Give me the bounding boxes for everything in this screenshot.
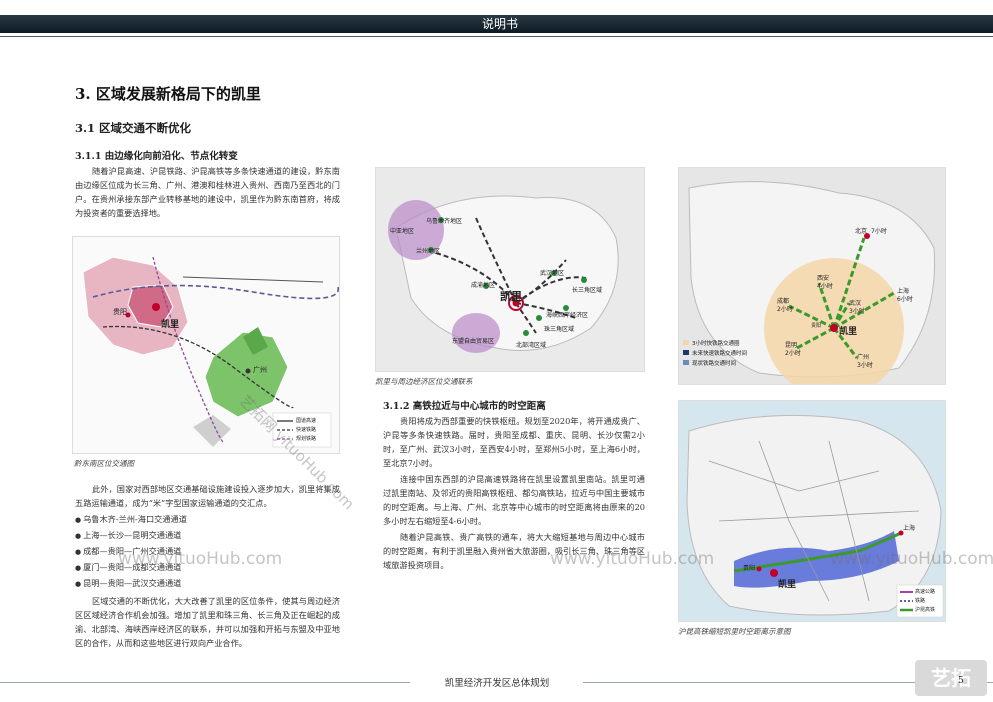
- map-label: 珠三角区域: [544, 326, 575, 333]
- page-number: 5: [958, 676, 964, 686]
- map-label-guangzhou: 广州: [253, 366, 267, 374]
- left-paragraph-2: 此外，国家对西部地区交通基础设施建设投入逐步加大，凯里将集成五路运输通道，成为“…: [75, 484, 340, 508]
- legend-item: 3小时快铁路交通圈: [692, 341, 740, 347]
- map-label: 武汉地区: [540, 270, 565, 277]
- map-label: 兰州地区: [416, 248, 441, 255]
- map-label-kaili: 凯里: [161, 320, 180, 330]
- map-label-kaili: 凯里: [778, 580, 797, 590]
- list-item: 昆明—贵阳—武汉交通通道: [75, 575, 340, 591]
- time-distance-map: 北京 7小时 上海 6小时 西安 4小时 成都 2小时 武汉 3小时 昆明 2小…: [678, 167, 946, 385]
- map-label: 7小时: [871, 228, 887, 235]
- map-label: 2小时: [785, 350, 801, 357]
- left-paragraph-1: 随着沪昆高速、沪昆铁路、沪昆高铁等多条快速通道的建设，黔东南由边缘区位成为长三角…: [75, 166, 340, 218]
- subsection-title: 3.1 区域交通不断优化: [75, 121, 192, 135]
- qiandongnan-location-map: 凯里 贵阳 广州 国道高速 快速铁路 规划铁路: [72, 236, 340, 454]
- map-label: 2小时: [777, 306, 793, 313]
- top-header-bar: 说明书: [0, 0, 993, 42]
- map-label: 上海: [903, 525, 916, 532]
- map-graphic: [388, 195, 619, 353]
- map-label: 成渝地区: [471, 282, 496, 289]
- header-title: 说明书: [481, 17, 518, 31]
- subsubsection-title-1: 3.1.1 由边缘化向前沿化、节点化转变: [75, 151, 238, 162]
- watermark: www.yituoHub.com: [118, 549, 283, 569]
- map-graphic: [686, 414, 944, 618]
- figure-caption-4: 沪昆高铁缩短凯里时空距离示意图: [678, 627, 791, 636]
- footer-rule-left: [0, 682, 410, 683]
- legend-item: 快速铁路: [296, 427, 317, 433]
- map-label: 中亚地区: [390, 228, 415, 235]
- map-label: 贵阳: [811, 323, 822, 329]
- economic-zones-map: 乌鲁木齐地区 中亚地区 兰州地区 成渝地区 武汉地区 长三角区域 海峡西岸经济区…: [375, 167, 645, 372]
- map-label: 贵阳: [743, 565, 756, 572]
- map-label: 乌鲁木齐地区: [426, 218, 463, 225]
- figure-caption-1: 黔东南区位交通图: [74, 459, 134, 468]
- map-label-kaili: 凯里: [839, 327, 858, 337]
- map-label: 3小时: [849, 308, 865, 315]
- logo: 艺拓: [915, 660, 987, 696]
- legend-item: 沪昆高铁: [915, 607, 936, 613]
- list-item: 乌鲁木齐-兰州-海口交通通道: [75, 511, 340, 527]
- map-label: 北京: [855, 228, 868, 235]
- legend-item: 未来快速铁路交通时间: [692, 351, 748, 357]
- map-label: 东盟自由贸易区: [452, 338, 495, 345]
- map-label-guiyang: 贵阳: [113, 308, 127, 316]
- legend-item: 国道高速: [296, 418, 317, 424]
- watermark: www.yituoHub.com: [550, 549, 715, 569]
- legend-item: 现状铁路交通时间: [692, 361, 737, 367]
- map-label: 长三角区域: [572, 287, 603, 294]
- left-paragraph-3: 区域交通的不断优化，大大改善了凯里的区位条件，使其与周边经济区区域经济合作机会加…: [75, 596, 340, 648]
- legend-item: 高速公路: [915, 589, 936, 595]
- map-label: 3小时: [857, 362, 873, 369]
- footer-title: 凯里经济开发区总体规划: [444, 678, 550, 689]
- watermark: www.yituoHub.com: [830, 549, 993, 569]
- hsr-distance-map: 凯里 上海 贵阳 高速公路 铁路 沪昆高铁: [678, 400, 946, 622]
- map-label: 北部湾区域: [516, 342, 547, 349]
- middle-paragraph-1: 贵阳将成为西部重要的快铁枢纽。规划至2020年，将开通成贵广、沪昆等多条快速铁路…: [383, 416, 645, 468]
- header-rule: [0, 36, 993, 37]
- figure-caption-2: 凯里与周边经济区位交通联系: [375, 377, 473, 386]
- map-label: 海峡西岸经济区: [546, 312, 589, 319]
- subsubsection-title-2: 3.1.2 高铁拉近与中心城市的时空距离: [383, 401, 546, 412]
- map-label: 6小时: [897, 296, 913, 303]
- map-label-kaili: 凯里: [500, 290, 522, 303]
- map-label: 4小时: [817, 283, 833, 290]
- section-title: 3. 区域发展新格局下的凯里: [75, 85, 261, 103]
- list-item: 上海—长沙—昆明交通通道: [75, 527, 340, 543]
- legend-item: 铁路: [915, 598, 926, 604]
- middle-paragraph-2: 连接中国东西部的沪昆高速铁路将在凯里设置凯里南站。凯里可通过凯里南站、及邻近的贵…: [383, 474, 646, 526]
